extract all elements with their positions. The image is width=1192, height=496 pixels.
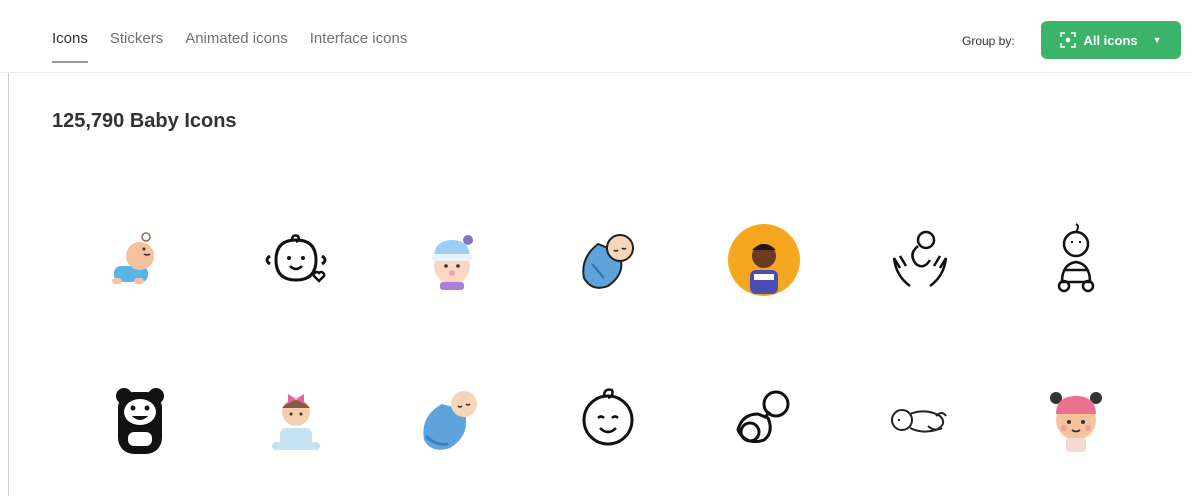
icon-result[interactable] [842, 195, 998, 325]
group-by-button-label: All icons [1083, 32, 1138, 48]
left-divider [8, 72, 9, 496]
group-by-label: Group by: [962, 34, 1015, 48]
top-navigation: Icons Stickers Animated icons Interface … [0, 0, 1192, 73]
group-by-dropdown[interactable]: All icons ▼ [1041, 21, 1181, 59]
icon-grid [62, 195, 1162, 485]
teddy-bear-icon [116, 388, 164, 454]
baby-pink-hat-icon [1050, 392, 1102, 452]
hands-holding-baby-icon [892, 230, 948, 288]
sitting-baby-icon [1057, 223, 1095, 293]
icon-result[interactable] [374, 355, 530, 485]
newborn-baby-icon [891, 409, 947, 433]
chevron-down-icon: ▼ [1152, 35, 1162, 45]
page-title: 125,790 Baby Icons [52, 110, 237, 132]
grid-focus-icon [1060, 32, 1077, 48]
icon-result[interactable] [998, 195, 1154, 325]
icon-result[interactable] [374, 195, 530, 325]
baby-girl-bow-icon [272, 394, 320, 450]
tab-animated-icons[interactable]: Animated icons [185, 30, 288, 61]
icon-result[interactable] [686, 195, 842, 325]
icon-result[interactable] [218, 355, 374, 485]
baby-face-icon [582, 388, 634, 446]
baby-face-heart-icon [265, 234, 327, 283]
icon-result[interactable] [998, 355, 1154, 485]
icon-result[interactable] [686, 355, 842, 485]
icon-result[interactable] [62, 355, 218, 485]
tab-icons[interactable]: Icons [52, 30, 88, 63]
icon-result[interactable] [530, 195, 686, 325]
icon-result[interactable] [218, 195, 374, 325]
icon-result[interactable] [842, 355, 998, 485]
tab-stickers[interactable]: Stickers [110, 30, 163, 61]
tab-interface-icons[interactable]: Interface icons [310, 30, 408, 61]
wrapped-baby-icon [423, 391, 477, 450]
swaddled-baby-icon [582, 234, 634, 289]
pacifier-icon [736, 390, 790, 444]
baby-avatar-icon [728, 224, 800, 296]
icon-result[interactable] [62, 195, 218, 325]
tab-bar: Icons Stickers Animated icons Interface … [52, 30, 408, 63]
icon-result[interactable] [530, 355, 686, 485]
crawling-baby-icon [112, 232, 154, 284]
baby-winter-hat-icon [432, 235, 473, 290]
